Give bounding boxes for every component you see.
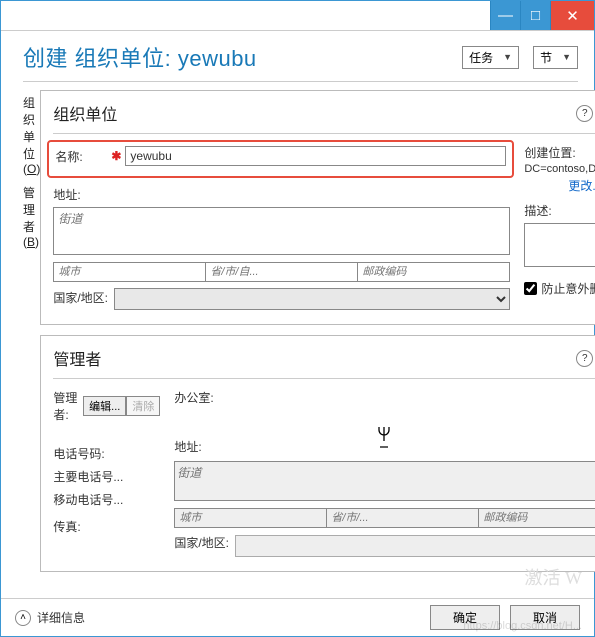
- description-label: 描述:: [524, 202, 595, 219]
- expand-icon[interactable]: ˄: [15, 610, 31, 626]
- ou-panel-title: 组织单位: [53, 101, 117, 125]
- mobile-phone-link[interactable]: 移动电话号...: [53, 491, 160, 508]
- details-label[interactable]: 详细信息: [37, 609, 420, 626]
- main-phone-link[interactable]: 主要电话号...: [53, 468, 160, 485]
- change-link[interactable]: 更改...: [568, 177, 595, 194]
- maximize-button[interactable]: □: [520, 1, 550, 30]
- edit-button[interactable]: 编辑...: [83, 396, 126, 416]
- phone-label: 电话号码:: [53, 445, 160, 462]
- help-icon[interactable]: ?: [576, 350, 593, 367]
- name-input[interactable]: [125, 146, 506, 166]
- description-input[interactable]: [524, 223, 595, 267]
- sidebar-item-manager[interactable]: 管理者(B): [23, 184, 40, 249]
- fax-label: 传真:: [53, 518, 160, 535]
- country-label: 国家/地区:: [53, 289, 108, 306]
- mgr-state-input: [327, 508, 479, 528]
- manager-label: 管理者:: [53, 389, 83, 423]
- country-select[interactable]: [114, 288, 510, 310]
- zip-input[interactable]: [358, 262, 510, 282]
- mgr-country-select: [235, 535, 595, 557]
- name-highlight: 名称: ✱: [47, 140, 514, 178]
- manager-panel-title: 管理者: [53, 346, 101, 370]
- chevron-down-icon: ▼: [503, 52, 512, 62]
- chevron-down-icon: ▼: [562, 52, 571, 62]
- office-label: 办公室:: [174, 389, 595, 406]
- sections-dropdown[interactable]: 节▼: [533, 46, 578, 69]
- close-button[interactable]: ✕: [550, 1, 594, 30]
- page-title: 创建 组织单位: yewubu: [23, 41, 257, 73]
- sidebar-item-ou[interactable]: 组织单位(O): [23, 94, 40, 176]
- manager-panel: 管理者 ? ✕ ˄ 管理者: 编辑... 清除 电话号码: 主要电: [40, 335, 595, 572]
- mgr-country-label: 国家/地区:: [174, 534, 229, 551]
- protect-checkbox[interactable]: [524, 282, 537, 295]
- mgr-city-input: [174, 508, 327, 528]
- ok-button[interactable]: 确定: [430, 605, 500, 630]
- minimize-button[interactable]: —: [490, 1, 520, 30]
- address-label: 地址:: [53, 186, 510, 203]
- name-label: 名称:: [55, 148, 107, 165]
- tasks-dropdown[interactable]: 任务 ▼: [462, 46, 519, 69]
- mgr-address-label: 地址:: [174, 438, 595, 455]
- ou-panel: 组织单位 ? ✕ ˄ 名称: ✱: [40, 90, 595, 325]
- street-input[interactable]: [53, 207, 510, 255]
- mgr-street-input: [174, 461, 595, 501]
- protect-label: 防止意外删除: [541, 280, 595, 297]
- clear-button[interactable]: 清除: [126, 396, 160, 416]
- tasks-label: 任务: [469, 49, 493, 66]
- createin-value: DC=contoso,DC=com: [524, 163, 595, 175]
- cancel-button[interactable]: 取消: [510, 605, 580, 630]
- required-icon: ✱: [111, 149, 121, 163]
- sections-label: 节: [540, 49, 552, 66]
- createin-label: 创建位置:: [524, 146, 575, 160]
- state-input[interactable]: [206, 262, 358, 282]
- city-input[interactable]: [53, 262, 206, 282]
- mgr-zip-input: [479, 508, 595, 528]
- help-icon[interactable]: ?: [576, 105, 593, 122]
